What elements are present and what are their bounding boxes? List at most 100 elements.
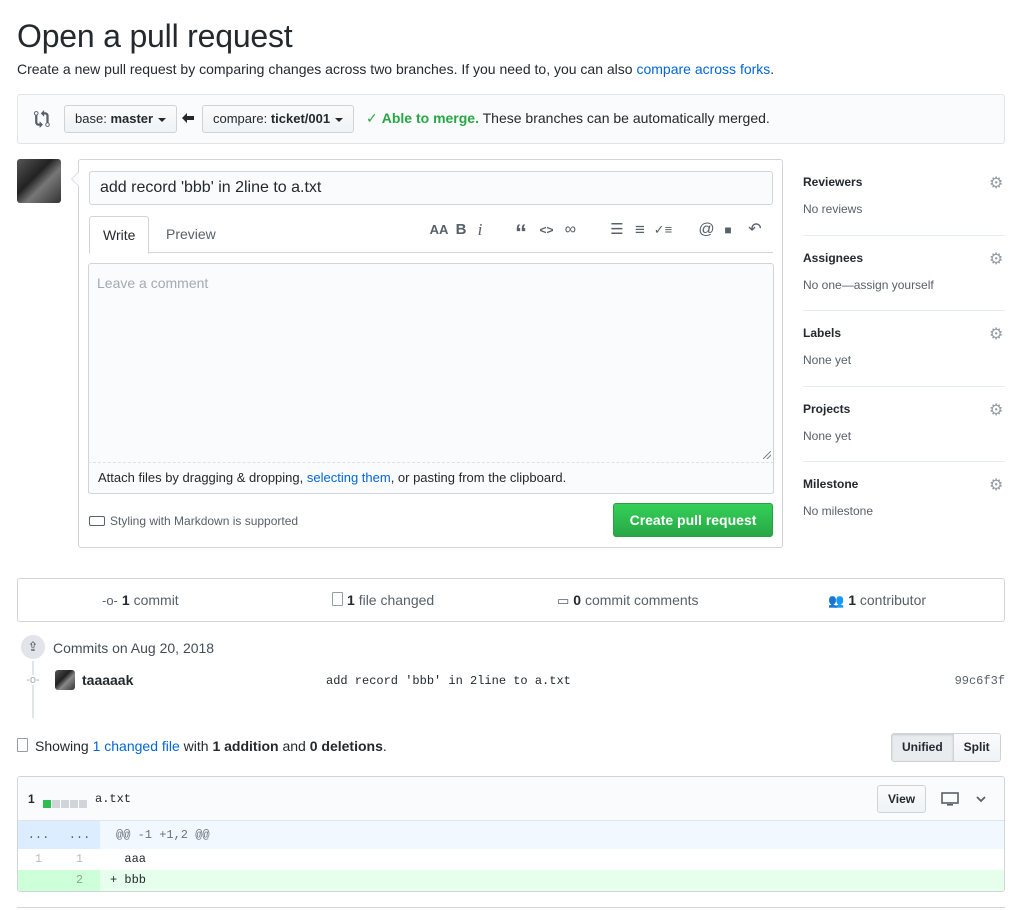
files-count: 1 <box>347 592 355 608</box>
contributors-count: 1 <box>848 592 856 608</box>
commits-count: 1 <box>121 592 130 608</box>
stat-comments[interactable]: ▭ 0 commit comments <box>557 579 699 621</box>
unordered-list-icon[interactable]: ☰ <box>609 221 625 239</box>
comment-textarea[interactable]: Leave a comment <box>88 263 774 493</box>
quote-icon[interactable]: “ <box>513 221 529 247</box>
link-icon[interactable]: ∞ <box>562 221 579 239</box>
caret-down-icon <box>158 117 167 122</box>
bookmark-icon[interactable]: ■ <box>721 221 735 239</box>
create-pull-request-button[interactable]: Create pull request <box>613 503 773 537</box>
commit-message[interactable]: add record 'bbb' in 2line to a.txt <box>326 674 571 688</box>
merge-ok-text: Able to merge. <box>381 110 479 126</box>
select-files-link[interactable]: selecting them <box>307 470 391 485</box>
old-line-number[interactable] <box>18 870 59 891</box>
header-text-icon[interactable]: AA <box>429 221 449 239</box>
comment-placeholder: Leave a comment <box>97 275 209 291</box>
sidebar-title: Reviewers <box>803 175 863 189</box>
sidebar-value: No milestone <box>803 504 874 518</box>
stat-commits[interactable]: -o- 1 commit <box>102 579 179 621</box>
base-branch-name: master <box>110 111 154 126</box>
check-icon: ✓ <box>366 110 378 126</box>
new-line-number[interactable]: 1 <box>59 849 100 870</box>
diffstat-neutral-block <box>61 800 69 808</box>
commit-author[interactable]: taaaaak <box>82 672 133 688</box>
italic-icon[interactable]: i <box>475 221 485 239</box>
commit-author-avatar[interactable] <box>55 670 75 690</box>
changed-files-link[interactable]: 1 changed file <box>93 738 180 754</box>
stat-contributors[interactable]: 👥 1 contributor <box>828 579 926 621</box>
gear-icon[interactable]: ⚙ <box>989 478 1005 494</box>
file-header: 1 a.txt View <box>18 777 1004 821</box>
commits-label: commit <box>133 592 179 608</box>
people-icon: 👥 <box>828 593 845 608</box>
compare-branch-select[interactable]: compare: ticket/001 <box>202 105 355 133</box>
compare-forks-link[interactable]: compare across forks <box>636 61 770 77</box>
hunk-header-text: @@ -1 +1,2 @@ <box>116 828 210 842</box>
pr-sidebar: Reviewers No reviews ⚙ Assignees No one—… <box>803 160 1005 538</box>
diff-view-toggle: Unified Split <box>891 733 1001 762</box>
diffstat-bar <box>43 795 88 811</box>
split-button[interactable]: Split <box>953 734 1000 761</box>
hunk-expand-new[interactable]: ... <box>59 821 100 849</box>
pr-stats-bar: -o- 1 commit 1 file changed ▭ 0 commit com… <box>17 578 1005 622</box>
arrow-left-icon <box>182 113 194 123</box>
chevron-down-icon[interactable] <box>975 792 987 806</box>
code-icon[interactable]: <> <box>538 221 555 239</box>
task-list-icon[interactable]: ✓≡ <box>652 221 674 239</box>
tab-preview[interactable]: Preview <box>153 216 229 253</box>
repo-push-icon: ⇪ <box>19 633 47 661</box>
pr-form: add record 'bbb' in 2line to a.txt Write… <box>71 159 783 548</box>
tab-write[interactable]: Write <box>89 216 150 254</box>
markdown-icon <box>89 515 105 526</box>
sidebar-value: None yet <box>803 353 852 367</box>
subtitle-end: . <box>770 61 775 77</box>
unified-button[interactable]: Unified <box>892 734 954 761</box>
ordered-list-icon[interactable]: ≡ <box>632 221 648 239</box>
merge-status: ✓ Able to merge. These branches can be au… <box>366 110 770 127</box>
commit-sha[interactable]: 99c6f3f <box>955 674 1005 688</box>
diffstat-neutral-block <box>52 800 60 808</box>
page-title: Open a pull request <box>17 18 293 54</box>
new-line-number[interactable]: 2 <box>59 870 100 891</box>
mention-icon[interactable]: @ <box>698 221 715 239</box>
and-text: and <box>278 738 310 754</box>
diffstat-neutral-block <box>70 800 78 808</box>
attach-files-bar[interactable]: Attach files by dragging & dropping, sel… <box>88 462 774 494</box>
stat-files[interactable]: 1 file changed <box>332 579 434 621</box>
sidebar-value[interactable]: No one—assign yourself <box>803 278 934 292</box>
commit-icon: -o- <box>102 593 118 608</box>
sidebar-title: Labels <box>803 326 842 340</box>
user-avatar[interactable] <box>17 159 61 203</box>
sidebar-title: Assignees <box>803 250 864 265</box>
gear-icon[interactable]: ⚙ <box>989 402 1005 419</box>
reply-icon[interactable]: ↶ <box>743 221 767 239</box>
comments-label: commit comments <box>584 592 699 608</box>
compare-bar: base: master compare: ticket/001 ✓ Able t… <box>17 94 1005 144</box>
markdown-note[interactable]: Styling with Markdown is supported <box>89 514 298 528</box>
old-line-number[interactable]: 1 <box>18 849 59 870</box>
timeline-line <box>32 660 34 718</box>
monitor-icon[interactable] <box>941 792 959 806</box>
file-diff-icon <box>17 738 28 753</box>
view-file-button[interactable]: View <box>877 785 927 813</box>
compare-label: compare: <box>213 111 268 126</box>
base-branch-select[interactable]: base: master <box>64 105 178 133</box>
diff-line-text: aaa <box>110 852 147 866</box>
gear-icon[interactable]: ⚙ <box>989 176 1005 192</box>
additions-count: 1 addition <box>212 738 279 754</box>
bold-icon[interactable]: B <box>455 221 467 239</box>
gear-icon[interactable]: ⚙ <box>989 327 1005 343</box>
pr-title-input[interactable]: add record 'bbb' in 2line to a.txt <box>89 171 773 205</box>
resize-grip-icon[interactable] <box>763 451 771 459</box>
hunk-expand-old[interactable]: ... <box>18 821 59 849</box>
merge-message: These branches can be automatically merg… <box>482 110 770 126</box>
gear-icon[interactable]: ⚙ <box>989 251 1005 268</box>
attach-text-end: , or pasting from the clipboard. <box>390 470 567 485</box>
sidebar-value: None yet <box>803 428 852 443</box>
page-subtitle: Create a new pull request by comparing c… <box>17 61 774 77</box>
end-text: . <box>382 738 387 754</box>
sidebar-labels: Labels None yet ⚙ <box>803 311 1005 387</box>
deletions-count: 0 deletions <box>309 738 383 754</box>
sidebar-value: No reviews <box>803 202 863 216</box>
diff-filename[interactable]: a.txt <box>95 792 131 806</box>
